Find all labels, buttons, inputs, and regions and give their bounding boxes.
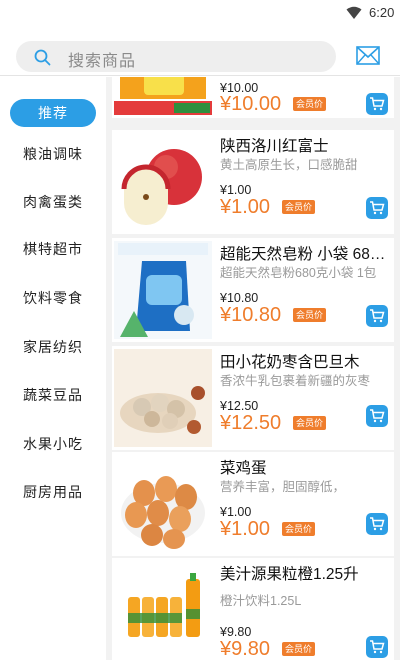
category-meat-eggs[interactable]: 肉禽蛋类 — [10, 188, 96, 216]
product-card[interactable]: 美汁源果粒橙1.25升 橙汁饮料1.25L ¥9.80 ¥9.80 会员价 — [112, 558, 394, 660]
product-card[interactable]: 田小花奶枣含巴旦木 香浓牛乳包裹着新疆的灰枣 ¥12.50 ¥12.50 会员价 — [112, 346, 394, 450]
status-bar: 6:20 — [0, 0, 400, 26]
category-grain-oil[interactable]: 粮油调味 — [10, 140, 96, 168]
member-badge: 会员价 — [293, 308, 327, 322]
product-image — [114, 455, 212, 553]
member-badge: 会员价 — [282, 642, 316, 656]
product-member-price: ¥1.00 — [220, 518, 271, 540]
category-vegetables[interactable]: 蔬菜豆品 — [10, 381, 96, 409]
cart-icon — [370, 201, 385, 215]
category-recommend[interactable]: 推荐 — [10, 99, 96, 127]
product-card[interactable]: 陕西洛川红富士 黄土高原生长，口感脆甜 ¥1.00 ¥1.00 会员价 — [112, 130, 394, 234]
product-card[interactable]: 超能天然皂粉 小袋 680g 超能天然皂粉680克小袋 1包 ¥10.80 ¥1… — [112, 238, 394, 342]
product-name: 美汁源果粒橙1.25升 — [220, 566, 359, 583]
product-description: 香浓牛乳包裹着新疆的灰枣 — [220, 374, 371, 388]
product-price: ¥12.50 — [220, 399, 259, 413]
category-home-textile[interactable]: 家居纺织 — [10, 333, 96, 361]
cart-icon — [370, 517, 385, 531]
product-description: 橙汁饮料1.25L — [220, 594, 302, 608]
add-to-cart-button[interactable] — [366, 636, 388, 658]
member-badge: 会员价 — [293, 97, 327, 111]
product-name: 陕西洛川红富士 — [220, 138, 329, 155]
category-sidebar: 推荐 粮油调味 肉禽蛋类 棋特超市 饮料零食 家居纺织 蔬菜豆品 水果小吃 厨房… — [0, 77, 106, 660]
member-badge: 会员价 — [282, 522, 316, 536]
add-to-cart-button[interactable] — [366, 93, 388, 115]
category-kitchen[interactable]: 厨房用品 — [10, 478, 96, 506]
product-image — [114, 241, 212, 339]
product-price: ¥9.80 — [220, 625, 252, 639]
mail-icon[interactable] — [356, 45, 380, 66]
product-price: ¥1.00 — [220, 183, 252, 197]
product-description: 营养丰富，胆固醇低， — [220, 480, 346, 494]
product-card[interactable]: 菜鸡蛋 营养丰富，胆固醇低， ¥1.00 ¥1.00 会员价 — [112, 452, 394, 556]
product-name: 超能天然皂粉 小袋 680g — [220, 246, 386, 263]
member-badge: 会员价 — [282, 200, 316, 214]
product-price: ¥10.80 — [220, 291, 259, 305]
product-member-price: ¥1.00 — [220, 196, 271, 218]
add-to-cart-button[interactable] — [366, 197, 388, 219]
product-name: 田小花奶枣含巴旦木 — [220, 354, 360, 371]
product-image — [114, 561, 212, 659]
product-member-price: ¥10.00 — [220, 93, 282, 115]
cart-icon — [370, 97, 385, 111]
product-member-price: ¥9.80 — [220, 638, 271, 660]
member-badge: 会员价 — [293, 416, 327, 430]
product-image — [114, 133, 212, 231]
category-supermarket[interactable]: 棋特超市 — [10, 235, 96, 263]
cart-icon — [370, 409, 385, 423]
status-time: 6:20 — [369, 5, 395, 20]
product-description: 黄土高原生长，口感脆甜 — [220, 158, 358, 172]
category-fruit-snacks[interactable]: 水果小吃 — [10, 430, 96, 458]
product-price: ¥1.00 — [220, 505, 252, 519]
wifi-icon — [346, 6, 362, 19]
product-name: 菜鸡蛋 — [220, 460, 267, 477]
category-drinks-snacks[interactable]: 饮料零食 — [10, 284, 96, 312]
search-placeholder: 搜索商品 — [68, 53, 137, 70]
product-description: 超能天然皂粉680克小袋 1包 — [220, 266, 377, 280]
cart-icon — [370, 640, 385, 654]
search-icon — [34, 49, 51, 66]
add-to-cart-button[interactable] — [366, 513, 388, 535]
search-input[interactable]: 搜索商品 — [16, 41, 336, 72]
header: 搜索商品 — [0, 26, 400, 76]
add-to-cart-button[interactable] — [366, 305, 388, 327]
product-member-price: ¥12.50 — [220, 412, 282, 434]
product-member-price: ¥10.80 — [220, 304, 282, 326]
cart-icon — [370, 309, 385, 323]
product-card[interactable]: ¥10.00 ¥10.00 会员价 — [112, 77, 394, 118]
product-image — [114, 349, 212, 447]
product-image — [114, 77, 212, 115]
product-list[interactable]: ¥10.00 ¥10.00 会员价 陕西洛川红富士 黄土高原生长，口感脆甜 ¥1… — [106, 77, 400, 660]
add-to-cart-button[interactable] — [366, 405, 388, 427]
